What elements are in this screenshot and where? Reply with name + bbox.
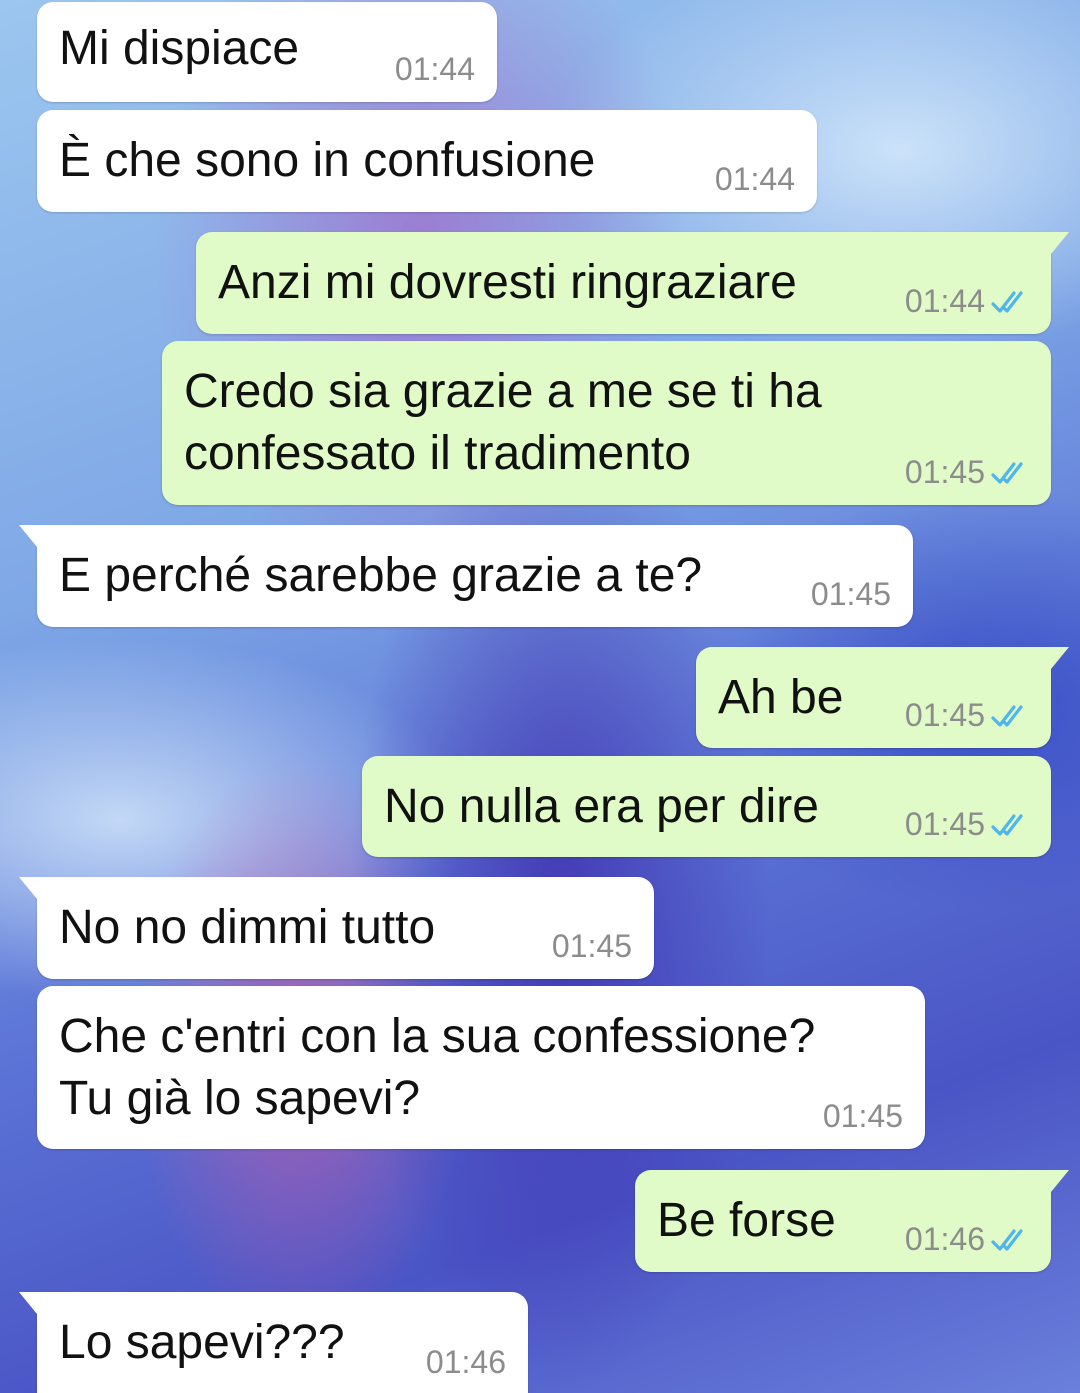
message-text: Che c'entri con la sua confessione? Tu g… — [59, 1010, 816, 1125]
double-check-icon — [991, 462, 1023, 484]
message-time: 01:45 — [810, 576, 891, 612]
message-text: Credo sia grazie a me se ti ha confessat… — [184, 365, 822, 480]
message-time: 01:46 — [425, 1344, 506, 1380]
message-time: 01:45 — [904, 454, 985, 490]
double-check-icon — [991, 705, 1023, 727]
double-check-icon — [991, 291, 1023, 313]
message-text: No no dimmi tutto — [59, 901, 436, 954]
message-text: Lo sapevi??? — [59, 1316, 345, 1369]
message-bubble-incoming[interactable]: È che sono in confusione 01:44 — [37, 110, 817, 212]
message-time: 01:44 — [904, 283, 985, 319]
message-bubble-incoming[interactable]: Mi dispiace 01:44 — [37, 2, 497, 102]
message-bubble-outgoing[interactable]: Anzi mi dovresti ringraziare 01:44 — [196, 232, 1069, 334]
message-bubble-outgoing[interactable]: Be forse 01:46 — [635, 1170, 1069, 1272]
message-bubble-incoming[interactable]: No no dimmi tutto 01:45 — [19, 877, 654, 979]
message-text: E perché sarebbe grazie a te? — [59, 549, 703, 602]
message-bubble-incoming[interactable]: Che c'entri con la sua confessione? Tu g… — [37, 986, 925, 1149]
message-time: 01:45 — [904, 697, 985, 733]
message-time: 01:44 — [714, 161, 795, 197]
message-bubble-outgoing[interactable]: Credo sia grazie a me se ti ha confessat… — [162, 341, 1051, 505]
message-time: 01:45 — [822, 1098, 903, 1134]
message-time: 01:45 — [904, 806, 985, 842]
message-time: 01:46 — [904, 1221, 985, 1257]
message-text: Be forse — [657, 1194, 836, 1247]
message-time: 01:44 — [394, 51, 475, 87]
message-text: È che sono in confusione — [59, 134, 596, 187]
message-text: Ah be — [718, 671, 844, 724]
double-check-icon — [991, 1229, 1023, 1251]
message-bubble-incoming[interactable]: E perché sarebbe grazie a te? 01:45 — [19, 525, 913, 627]
message-text: Mi dispiace — [59, 22, 300, 75]
message-text: Anzi mi dovresti ringraziare — [218, 256, 797, 309]
double-check-icon — [991, 814, 1023, 836]
message-time: 01:45 — [551, 928, 632, 964]
message-bubble-outgoing[interactable]: No nulla era per dire 01:45 — [362, 756, 1051, 857]
message-text: No nulla era per dire — [384, 780, 819, 833]
message-bubble-incoming[interactable]: Lo sapevi??? 01:46 — [19, 1292, 528, 1393]
message-bubble-outgoing[interactable]: Ah be 01:45 — [696, 647, 1069, 748]
